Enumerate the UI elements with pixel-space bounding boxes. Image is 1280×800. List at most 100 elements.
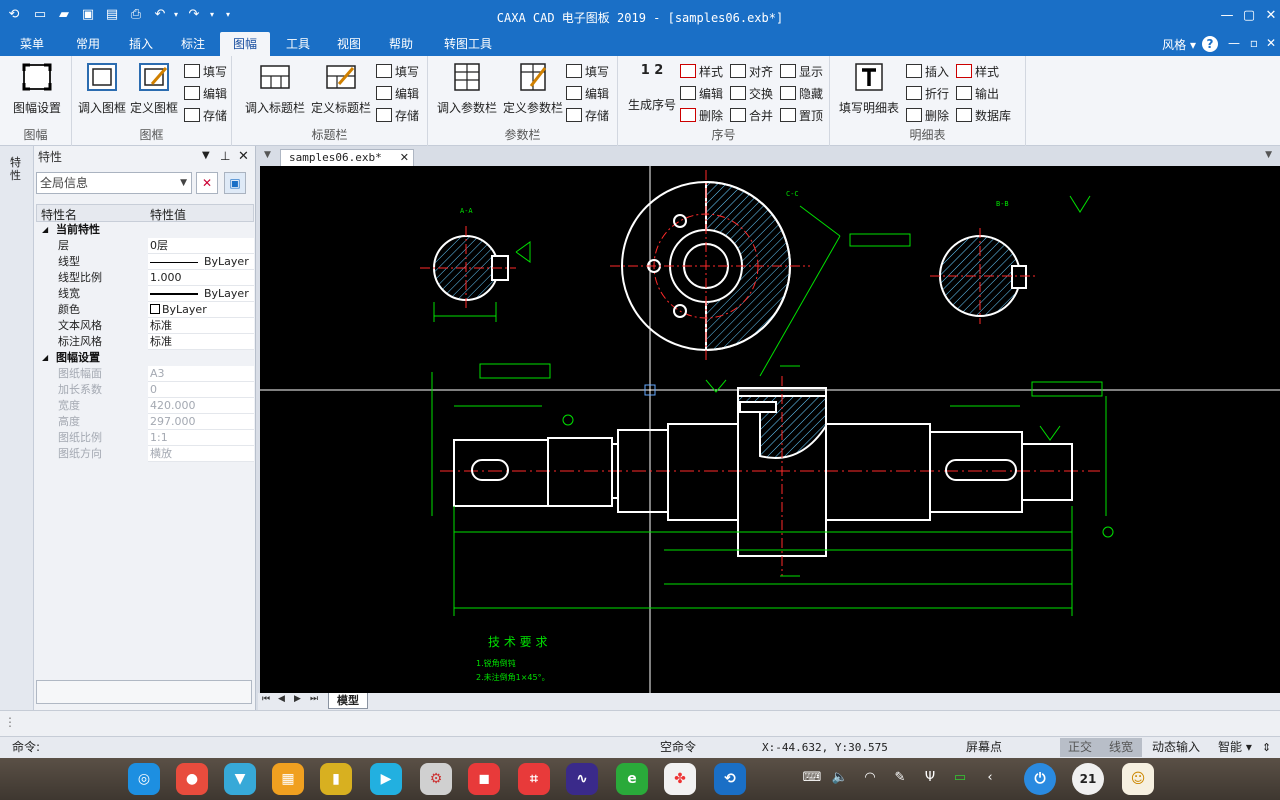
tab-annotate[interactable]: 标注 bbox=[173, 32, 213, 56]
cad-drawing[interactable]: A-A C-C B-B 技 术 要 求 1.锐角倒钝 2.未注倒角1×45°。 bbox=[260, 166, 1280, 693]
document-tab[interactable]: samples06.exb* ✕ bbox=[280, 149, 414, 166]
maximize-button[interactable]: ▢ bbox=[1238, 6, 1260, 26]
taskbar-app-trash-icon[interactable]: ☺ bbox=[1122, 763, 1154, 795]
property-value[interactable]: 1.000 bbox=[148, 270, 254, 286]
tab-convert-tools[interactable]: 转图工具 bbox=[436, 32, 500, 56]
drag-handle-icon[interactable]: ⋮ bbox=[4, 715, 16, 729]
linewidth-toggle[interactable]: 线宽 bbox=[1100, 738, 1142, 757]
taskbar-app-pinwheel-icon[interactable]: ✤ bbox=[664, 763, 696, 795]
keyboard-icon[interactable]: ⌨ bbox=[802, 770, 822, 785]
sheet-prev-icon[interactable]: ◀ bbox=[278, 694, 285, 704]
frame-fill-button[interactable]: 填写 bbox=[184, 63, 227, 81]
tab-sheet[interactable]: 图幅 bbox=[220, 32, 270, 56]
property-value[interactable]: 标准 bbox=[148, 318, 254, 334]
sheet-setup-button[interactable]: 图幅设置 bbox=[8, 62, 66, 116]
define-titleblock-button[interactable]: 定义标题栏 bbox=[308, 62, 374, 116]
bom-export-button[interactable]: 输出 bbox=[956, 85, 999, 103]
taskbar-app-gift-icon[interactable]: ▦ bbox=[272, 763, 304, 795]
bom-style-button[interactable]: 样式 bbox=[956, 63, 999, 81]
load-frame-button[interactable]: 调入图框 bbox=[76, 62, 128, 116]
serial-merge-button[interactable]: 合并 bbox=[730, 107, 773, 125]
taskbar-app-crop-icon[interactable]: ⌗ bbox=[518, 763, 550, 795]
doc-close-icon[interactable]: ✕ bbox=[1266, 36, 1276, 50]
taskbar-app-monitor-icon[interactable]: ∿ bbox=[566, 763, 598, 795]
parambar-save-button[interactable]: 存储 bbox=[566, 107, 609, 125]
property-category[interactable]: ◢ 图幅设置 bbox=[36, 350, 254, 366]
drawing-canvas[interactable]: A-A C-C B-B 技 术 要 求 1.锐角倒钝 2.未注倒角1×45°。 bbox=[260, 166, 1280, 693]
doc-list-chevron-icon[interactable]: ▼ bbox=[1265, 150, 1272, 160]
bom-delete-button[interactable]: 删除 bbox=[906, 107, 949, 125]
serial-top-button[interactable]: 置顶 bbox=[780, 107, 823, 125]
doc-restore-icon[interactable]: ▫ bbox=[1250, 36, 1258, 50]
property-row[interactable]: 线宽 ByLayer bbox=[36, 286, 254, 302]
sheet-last-icon[interactable]: ⏭ bbox=[310, 694, 318, 704]
taskbar-app-files-icon[interactable]: ▮ bbox=[320, 763, 352, 795]
property-row[interactable]: 颜色 ByLayer bbox=[36, 302, 254, 318]
tab-menu[interactable]: 菜单 bbox=[12, 32, 52, 56]
serial-hide-button[interactable]: 隐藏 bbox=[780, 85, 823, 103]
sheet-next-icon[interactable]: ▶ bbox=[294, 694, 301, 704]
serial-swap-button[interactable]: 交换 bbox=[730, 85, 773, 103]
sheet-first-icon[interactable]: ⏮ bbox=[262, 694, 270, 704]
taskbar-app-edge-icon[interactable]: e bbox=[616, 763, 648, 795]
titleblock-save-button[interactable]: 存储 bbox=[376, 107, 419, 125]
bom-fold-button[interactable]: 折行 bbox=[906, 85, 949, 103]
dynamic-input-toggle[interactable]: 动态输入 bbox=[1152, 737, 1200, 758]
load-parambar-button[interactable]: 调入参数栏 bbox=[434, 62, 500, 116]
volume-icon[interactable]: 🔈 bbox=[830, 770, 850, 785]
collapse-triangle-icon[interactable]: ◢ bbox=[42, 222, 48, 238]
titleblock-edit-button[interactable]: 编辑 bbox=[376, 85, 419, 103]
property-row[interactable]: 层 0层 bbox=[36, 238, 254, 254]
taskbar-app-camera-icon[interactable]: ◼ bbox=[468, 763, 500, 795]
taskbar-app-settings-icon[interactable]: ⚙ bbox=[420, 763, 452, 795]
taskbar-app-browser-icon[interactable]: ◎ bbox=[128, 763, 160, 795]
bom-database-button[interactable]: 数据库 bbox=[956, 107, 1011, 125]
close-button[interactable]: ✕ bbox=[1260, 6, 1280, 26]
property-row[interactable]: 线型 ByLayer bbox=[36, 254, 254, 270]
tab-help[interactable]: 帮助 bbox=[381, 32, 421, 56]
tab-view[interactable]: 视图 bbox=[329, 32, 369, 56]
minimize-button[interactable]: — bbox=[1216, 6, 1238, 26]
command-prompt[interactable]: 命令: bbox=[12, 737, 40, 758]
property-value[interactable]: 标准 bbox=[148, 334, 254, 350]
define-parambar-button[interactable]: 定义参数栏 bbox=[500, 62, 566, 116]
doc-tab-close-icon[interactable]: ✕ bbox=[400, 150, 409, 166]
smart-snap-dropdown[interactable]: 智能 ▾ bbox=[1218, 737, 1252, 758]
property-row[interactable]: 文本风格 标准 bbox=[36, 318, 254, 334]
statusbar-arrows-icon[interactable]: ⇕ bbox=[1262, 737, 1271, 758]
style-menu[interactable]: 风格 ▾ bbox=[1162, 36, 1196, 53]
property-value[interactable]: ByLayer bbox=[148, 302, 254, 318]
serial-edit-button[interactable]: 编辑 bbox=[680, 85, 723, 103]
taskbar-app-caxa-icon[interactable]: ⟲ bbox=[714, 763, 746, 795]
fill-bom-button[interactable]: 填写明细表 bbox=[836, 62, 902, 116]
doc-minimize-icon[interactable]: — bbox=[1228, 36, 1240, 50]
tab-common[interactable]: 常用 bbox=[68, 32, 108, 56]
property-row[interactable]: 标注风格 标准 bbox=[36, 334, 254, 350]
define-frame-button[interactable]: 定义图框 bbox=[128, 62, 180, 116]
pen-icon[interactable]: ✎ bbox=[890, 770, 910, 785]
parambar-edit-button[interactable]: 编辑 bbox=[566, 85, 609, 103]
power-icon[interactable]: ⏻ bbox=[1024, 763, 1056, 795]
serial-style-button[interactable]: 样式 bbox=[680, 63, 723, 81]
panel-menu-icon[interactable]: ▼ bbox=[202, 150, 210, 161]
load-titleblock-button[interactable]: 调入标题栏 bbox=[242, 62, 308, 116]
serial-show-button[interactable]: 显示 bbox=[780, 63, 823, 81]
selection-combo[interactable]: 全局信息 ▼ bbox=[36, 172, 192, 194]
bom-insert-button[interactable]: 插入 bbox=[906, 63, 949, 81]
battery-icon[interactable]: ▭ bbox=[950, 770, 970, 785]
tab-tools[interactable]: 工具 bbox=[278, 32, 318, 56]
property-row[interactable]: 线型比例 1.000 bbox=[36, 270, 254, 286]
usb-icon[interactable]: Ψ bbox=[920, 770, 940, 785]
doc-menu-icon[interactable]: ▼ bbox=[264, 150, 271, 160]
wifi-icon[interactable]: ◠ bbox=[860, 770, 880, 785]
taskbar-app-video-icon[interactable]: ▶ bbox=[370, 763, 402, 795]
properties-dock-tab[interactable]: 特性 bbox=[10, 156, 24, 182]
snap-mode[interactable]: 屏幕点 bbox=[966, 737, 1002, 758]
frame-edit-button[interactable]: 编辑 bbox=[184, 85, 227, 103]
pin-icon[interactable]: ⊥ bbox=[220, 149, 230, 163]
property-category[interactable]: ◢ 当前特性 bbox=[36, 222, 254, 238]
panel-close-icon[interactable]: ✕ bbox=[238, 149, 249, 164]
quick-select-icon[interactable]: ▣ bbox=[224, 172, 246, 194]
serial-align-button[interactable]: 对齐 bbox=[730, 63, 773, 81]
property-value[interactable]: 0层 bbox=[148, 238, 254, 254]
